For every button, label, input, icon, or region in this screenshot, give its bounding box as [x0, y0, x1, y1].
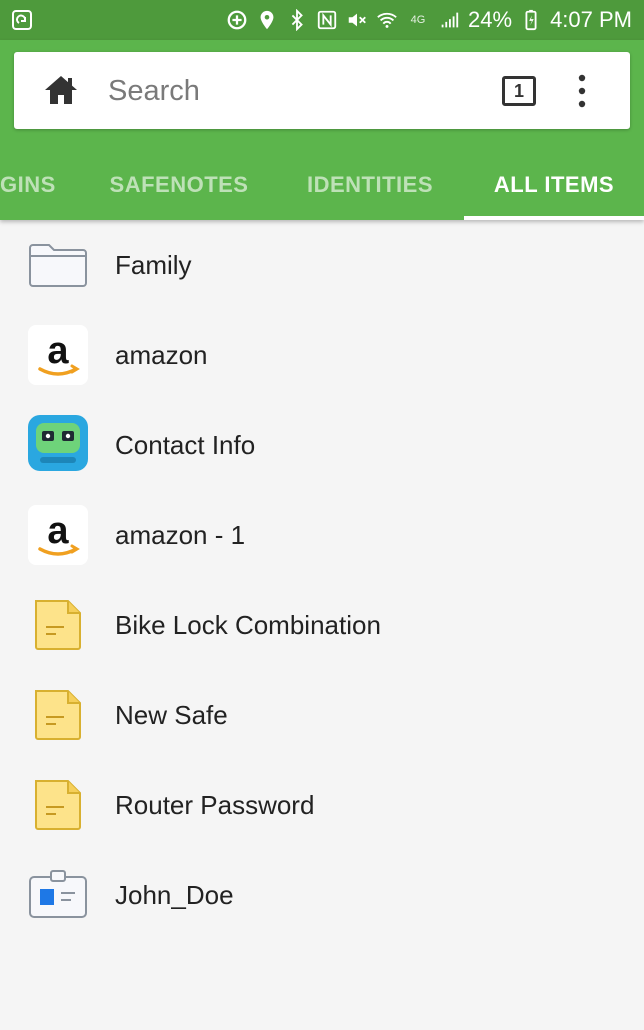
- home-icon[interactable]: [44, 74, 78, 106]
- status-bar: 4G 24% 4:07 PM: [0, 0, 644, 40]
- list-item-label: Router Password: [115, 789, 315, 820]
- items-list: Family a amazon Contact Info a amazon - …: [0, 220, 644, 940]
- list-item-label: amazon - 1: [115, 519, 246, 550]
- list-item-label: John_Doe: [115, 879, 234, 910]
- svg-text:a: a: [47, 510, 69, 552]
- battery-charging-icon: [520, 9, 542, 31]
- search-bar: 1: [14, 52, 630, 129]
- wifi-icon: [376, 9, 398, 31]
- battery-percent: 24%: [468, 7, 513, 32]
- clock: 4:07 PM: [550, 7, 632, 32]
- list-item-router-password[interactable]: Router Password: [0, 760, 644, 850]
- list-item-label: Contact Info: [115, 429, 256, 460]
- list-item-label: Bike Lock Combination: [115, 609, 381, 640]
- mute-icon: [346, 9, 368, 31]
- tab-safenotes[interactable]: SAFENOTES: [88, 150, 270, 220]
- list-item-new-safe[interactable]: New Safe: [0, 670, 644, 760]
- app-notification-icon: [10, 8, 34, 32]
- network-type-icon: 4G: [410, 14, 426, 26]
- tab-logins[interactable]: GINS: [0, 150, 60, 220]
- data-saver-icon: [226, 9, 248, 31]
- category-tabs: GINS SAFENOTES IDENTITIES ALL ITEMS: [0, 150, 644, 220]
- tab-identities[interactable]: IDENTITIES: [290, 150, 450, 220]
- tab-all-items[interactable]: ALL ITEMS: [464, 150, 644, 220]
- note-icon: [28, 685, 88, 745]
- note-icon: [28, 775, 88, 835]
- amazon-icon: a: [28, 325, 88, 385]
- search-input[interactable]: [108, 72, 468, 110]
- amazon-icon: a: [28, 505, 88, 565]
- list-item-bike-lock-combination[interactable]: Bike Lock Combination: [0, 580, 644, 670]
- list-item-contact-info[interactable]: Contact Info: [0, 400, 644, 490]
- list-item-label: amazon: [115, 339, 208, 370]
- location-icon: [256, 9, 278, 31]
- list-item-john-doe[interactable]: John_Doe: [0, 850, 644, 940]
- id-card-icon: [28, 865, 88, 925]
- list-item-amazon-1[interactable]: a amazon - 1: [0, 490, 644, 580]
- more-options-icon[interactable]: [572, 72, 592, 110]
- folder-icon: [28, 235, 88, 295]
- list-item-label: Family: [115, 249, 192, 280]
- tab-count-button[interactable]: 1: [502, 76, 536, 106]
- list-item-amazon[interactable]: a amazon: [0, 310, 644, 400]
- svg-text:a: a: [47, 330, 69, 372]
- robot-icon: [28, 415, 88, 475]
- note-icon: [28, 595, 88, 655]
- list-item-label: New Safe: [115, 699, 228, 730]
- list-item-family[interactable]: Family: [0, 220, 644, 310]
- signal-icon: [438, 9, 460, 31]
- app-bar: 1 GINS SAFENOTES IDENTITIES ALL ITEMS: [0, 40, 644, 220]
- nfc-icon: [316, 9, 338, 31]
- bluetooth-icon: [286, 9, 308, 31]
